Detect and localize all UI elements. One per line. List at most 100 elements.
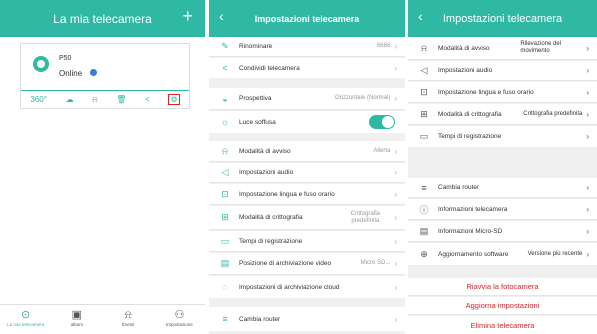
row-label: Modalità di avviso — [438, 44, 490, 52]
tab-album[interactable]: ▣ album — [51, 305, 102, 334]
trash-icon[interactable]: 🗑 — [116, 95, 126, 104]
back-button[interactable]: ‹ — [418, 8, 423, 24]
tab-events[interactable]: ⍾ Eventi — [103, 305, 154, 334]
video-icon: ▭ — [220, 235, 230, 246]
settings-row-change-router[interactable]: ≡ Cambia router › — [408, 178, 597, 198]
encryption-icon: ⊞ — [420, 108, 428, 119]
chevron-right-icon: › — [586, 109, 589, 119]
mute-icon[interactable]: ⍾ — [92, 95, 97, 105]
settings-row-soft-light: ☼ Luce soffusa — [209, 111, 405, 133]
tab-label: La mia telecamera — [7, 322, 45, 327]
row-label: Tempi di registrazione — [438, 133, 502, 140]
settings-row-language-timezone[interactable]: ⊡ Impostazione lingua e fuso orario › — [408, 82, 597, 103]
chevron-right-icon: › — [394, 259, 397, 268]
page-title: La mia telecamera — [53, 11, 152, 26]
edit-icon: ✎ — [221, 41, 229, 51]
row-value: Crittografia predefinita — [523, 110, 583, 117]
settings-row-audio[interactable]: ◁ Impostazioni audio › — [209, 163, 405, 183]
delete-camera-button[interactable]: Elimina telecamera — [408, 316, 597, 334]
chevron-right-icon: › — [586, 183, 589, 192]
add-camera-button[interactable]: + — [182, 6, 193, 27]
chevron-right-icon: › — [394, 314, 397, 324]
row-label: Informazioni Micro-SD — [438, 227, 503, 235]
settings-row-software-update[interactable]: ⊕ Aggiornamento software Versione più re… — [408, 243, 597, 265]
bell-tab-icon: ⍾ — [124, 309, 132, 321]
page-title: Impostazioni telecamera — [254, 13, 360, 24]
settings-row-rename[interactable]: ✎ Rinominare 6666 › — [209, 37, 405, 57]
share-icon[interactable]: < — [145, 95, 150, 104]
chevron-right-icon: › — [394, 63, 397, 73]
settings-row-encryption[interactable]: ⊞ Modalità di crittografia Crittografia … — [209, 206, 405, 230]
row-label: Modalità di crittografia — [438, 110, 502, 118]
bottom-tab-bar: ⊙ La mia telecamera ▣ album ⍾ Eventi ⚇ Impos… — [0, 304, 205, 334]
camera-name: P50 — [59, 55, 72, 62]
tab-settings[interactable]: ⚇ Impostazione — [154, 305, 205, 334]
row-label: Impostazioni audio — [239, 169, 294, 176]
status-dot-icon — [90, 69, 98, 76]
settings-row-cloud-storage[interactable]: ◌ Impostazioni di archiviazione cloud › — [209, 276, 405, 298]
settings-row-share[interactable]: < Condividi telecamera › — [209, 58, 405, 78]
chevron-right-icon: › — [586, 226, 589, 236]
row-label: Posizione di archiviazione video — [239, 260, 332, 267]
settings-row-change-router[interactable]: ≡ Cambia router › — [209, 307, 405, 331]
chevron-right-icon: › — [394, 236, 397, 246]
page-title: Impostazioni telecamera — [442, 12, 563, 25]
encryption-icon: ⊞ — [221, 212, 229, 222]
camera-settings-scrolled-screen: ‹ Impostazioni telecamera ⍾ Modalità di … — [408, 0, 597, 334]
chevron-right-icon: › — [394, 146, 397, 156]
settings-icon[interactable]: ⚙ — [168, 94, 180, 105]
row-label: Cambia router — [438, 184, 480, 191]
settings-row-microsd-info[interactable]: ▤ Informazioni Micro-SD › — [408, 221, 597, 242]
row-label: Luce soffusa — [239, 118, 276, 126]
chevron-right-icon: › — [586, 66, 589, 75]
language-icon: ⊡ — [221, 188, 229, 199]
back-button[interactable]: ‹ — [219, 8, 224, 24]
camera-toolbar: 360° ☁ ⍾ 🗑 < ⚙ — [21, 90, 189, 108]
settings-row-recording-times[interactable]: ▭ Tempi di registrazione › — [209, 231, 405, 252]
storage-icon: ▤ — [220, 258, 230, 268]
row-value: Orizzontale (Normal) — [334, 95, 391, 101]
row-label: Modalità di avviso — [239, 147, 291, 155]
tab-label: Impostazione — [165, 322, 193, 327]
360-icon[interactable]: 360° — [30, 95, 47, 104]
camera-card[interactable]: P50 Online 360° ☁ ⍾ 🗑 < ⚙ — [20, 43, 190, 109]
row-label: Prospettiva — [239, 95, 272, 102]
chevron-right-icon: › — [394, 213, 397, 222]
settings-row-perspective[interactable]: ◒ Prospettiva Orizzontale (Normal) › — [209, 88, 405, 110]
header: La mia telecamera + — [0, 0, 205, 37]
light-icon: ☼ — [220, 117, 230, 127]
row-value: Micro SD... — [360, 260, 391, 266]
settings-row-language-timezone[interactable]: ⊡ Impostazione lingua e fuso orario › — [209, 184, 405, 205]
row-label: Impostazioni audio — [438, 67, 493, 74]
settings-row-alert-mode[interactable]: ⍾ Modalità di avviso Rilevazione del mov… — [408, 37, 597, 60]
share-icon: < — [222, 63, 228, 73]
tab-my-camera[interactable]: ⊙ La mia telecamera — [0, 305, 51, 334]
cloud-icon[interactable]: ☁ — [66, 95, 74, 104]
album-tab-icon: ▣ — [71, 309, 83, 321]
row-value: Crittografia predefinita — [350, 210, 380, 224]
restart-camera-button[interactable]: Riavvia la fotocamera — [408, 278, 597, 296]
row-label: Impostazione lingua e fuso orario — [239, 190, 335, 198]
settings-row-video-storage[interactable]: ▤ Posizione di archiviazione video Micro… — [209, 253, 405, 275]
chevron-right-icon: › — [394, 168, 397, 177]
info-icon: ⓘ — [419, 204, 429, 215]
settings-row-alert-mode[interactable]: ⍾ Modalità di avviso Allerta › — [209, 141, 405, 162]
chevron-right-icon: › — [394, 94, 397, 103]
update-settings-button[interactable]: Aggiorna impostazioni — [408, 297, 597, 315]
settings-row-camera-info[interactable]: ⓘ Informazioni telecamera › — [408, 199, 597, 220]
row-value: Allerta — [373, 147, 391, 154]
row-label: Informazioni telecamera — [438, 205, 508, 213]
settings-row-recording-times[interactable]: ▭ Tempi di registrazione › — [408, 126, 597, 147]
soft-light-toggle[interactable] — [369, 115, 395, 129]
user-tab-icon: ⚇ — [174, 309, 185, 321]
camera-settings-screen: ‹ Impostazioni telecamera ✎ Rinominare 6… — [209, 0, 405, 334]
settings-row-encryption[interactable]: ⊞ Modalità di crittografia Crittografia … — [408, 104, 597, 125]
update-icon: ⊕ — [420, 248, 428, 259]
camera-status: Online — [59, 69, 98, 78]
settings-row-audio[interactable]: ◁ Impostazioni audio › — [408, 61, 597, 81]
chevron-right-icon: › — [586, 87, 589, 97]
row-value: 6666 — [376, 43, 391, 49]
video-icon: ▭ — [419, 131, 429, 141]
chevron-right-icon: › — [586, 249, 589, 259]
tab-label: Eventi — [121, 322, 135, 327]
